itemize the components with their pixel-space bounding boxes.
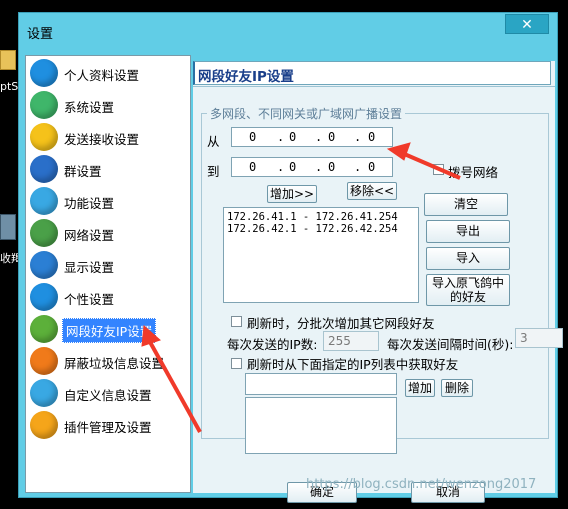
ip-dot: . [354,130,362,144]
desktop-folder-icon[interactable] [0,50,16,70]
sidebar-item-network[interactable]: 网络设置 [26,218,190,248]
sidebar-item-profile[interactable]: 个人资料设置 [26,58,190,88]
sidebar-item-label: 插件管理及设置 [64,420,152,435]
per-send-input[interactable]: 255 [323,331,379,351]
title-bar[interactable]: 设置 ✕ [19,13,557,47]
list-item[interactable]: 172.26.42.1 - 172.26.42.254 [224,223,418,235]
from-ip-octet-1: 0 [249,130,257,144]
settings-sidebar: 个人资料设置 系统设置 发送接收设置 群设置 功能设置 网络设置 显示设置 个性… [25,55,191,493]
sidebar-item-display[interactable]: 显示设置 [26,250,190,280]
from-ip-octet-4: 0 [368,130,376,144]
refresh-batch-checkbox[interactable] [231,316,242,327]
sidebar-item-label: 网络设置 [64,228,115,243]
sidebar-item-label: 群设置 [64,164,102,179]
ip-dot: . [277,160,285,174]
ip-dot: . [277,130,285,144]
display-icon [30,251,58,279]
sidebar-item-function[interactable]: 功能设置 [26,186,190,216]
group-icon [30,155,58,183]
sidebar-item-label: 自定义信息设置 [64,388,152,403]
settings-window: 设置 ✕ 个人资料设置 系统设置 发送接收设置 群设置 功能设置 网络设置 显示… [18,12,563,503]
sidebar-item-personal[interactable]: 个性设置 [26,282,190,312]
sidebar-item-plugins[interactable]: 插件管理及设置 [26,410,190,440]
to-label: 到 [207,164,220,179]
ip-list-box[interactable] [245,397,397,454]
desktop-label-top: ptS [0,80,19,93]
range-list[interactable]: 172.26.41.1 - 172.26.41.254 172.26.42.1 … [223,207,419,303]
group-caption: 多网段、不同网关或广域网广播设置 [207,105,406,122]
per-send-label: 每次发送的IP数: [227,337,318,352]
settings-content: 网段好友IP设置 多网段、不同网关或广域网广播设置 从 0 . 0 . 0 . … [193,61,563,503]
spam-filter-icon [30,347,58,375]
from-ip-input[interactable]: 0 . 0 . 0 . 0 [231,127,393,147]
refresh-list-checkbox[interactable] [231,358,242,369]
function-icon [30,187,58,215]
watermark: https://blog.csdn.net/wenzong2017 [306,477,537,492]
sidebar-item-label: 屏蔽垃圾信息设置 [64,356,165,371]
close-button[interactable]: ✕ [505,14,549,34]
refresh-list-label: 刷新时从下面指定的IP列表中获取好友 [247,357,459,372]
import-feige-button[interactable]: 导入原飞鸽中 的好友 [426,274,510,306]
from-label: 从 [207,134,220,149]
to-ip-octet-2: 0 [289,160,297,174]
plugins-icon [30,411,58,439]
sidebar-item-subnet-ip[interactable]: 网段好友IP设置 [26,314,190,344]
sidebar-item-label: 个人资料设置 [64,68,140,83]
panel-title: 网段好友IP设置 [198,69,294,85]
send-receive-icon [30,123,58,151]
list-item[interactable]: 172.26.41.1 - 172.26.41.254 [224,211,418,223]
sidebar-item-send-receive[interactable]: 发送接收设置 [26,122,190,152]
panel-title-bar: 网段好友IP设置 [193,61,551,85]
dialup-label: 拨号网络 [448,165,499,180]
ip-dot: . [354,160,362,174]
from-ip-octet-3: 0 [328,130,336,144]
divider [193,86,555,87]
refresh-batch-label: 刷新时，分批次增加其它网段好友 [247,316,435,331]
sidebar-item-label: 发送接收设置 [64,132,140,147]
interval-input[interactable]: 3 [515,328,563,348]
to-ip-octet-1: 0 [249,160,257,174]
to-ip-octet-3: 0 [328,160,336,174]
ip-entry-input[interactable] [245,373,397,395]
to-ip-octet-4: 0 [368,160,376,174]
system-icon [30,91,58,119]
import-button[interactable]: 导入 [426,247,510,270]
network-icon [30,219,58,247]
sidebar-item-label: 系统设置 [64,100,115,115]
sidebar-item-label: 功能设置 [64,196,115,211]
sidebar-item-spam-filter[interactable]: 屏蔽垃圾信息设置 [26,346,190,376]
sidebar-item-label: 网段好友IP设置 [62,318,157,343]
custom-info-icon [30,379,58,407]
list-add-button[interactable]: 增加 [405,379,435,397]
interval-label: 每次发送间隔时间(秒): [387,337,514,352]
personal-icon [30,283,58,311]
remove-range-button[interactable]: 移除<< [347,182,397,200]
to-ip-input[interactable]: 0 . 0 . 0 . 0 [231,157,393,177]
window-title: 设置 [27,27,54,42]
recycle-bin-icon[interactable] [0,214,16,240]
sidebar-item-label: 显示设置 [64,260,115,275]
import-feige-label-1: 导入原飞鸽中 [431,276,504,290]
clear-button[interactable]: 清空 [424,193,508,216]
export-button[interactable]: 导出 [426,220,510,243]
ip-dot: . [315,160,323,174]
list-delete-button[interactable]: 删除 [441,379,473,397]
profile-icon [30,59,58,87]
sidebar-item-label: 个性设置 [64,292,115,307]
import-feige-label-2: 的好友 [449,290,486,304]
ip-dot: . [315,130,323,144]
from-ip-octet-2: 0 [289,130,297,144]
sidebar-item-system[interactable]: 系统设置 [26,90,190,120]
dialup-checkbox[interactable] [433,164,444,175]
sidebar-item-group[interactable]: 群设置 [26,154,190,184]
subnet-ip-icon [30,315,58,343]
add-range-button[interactable]: 增加>> [267,185,317,203]
sidebar-item-custom-info[interactable]: 自定义信息设置 [26,378,190,408]
